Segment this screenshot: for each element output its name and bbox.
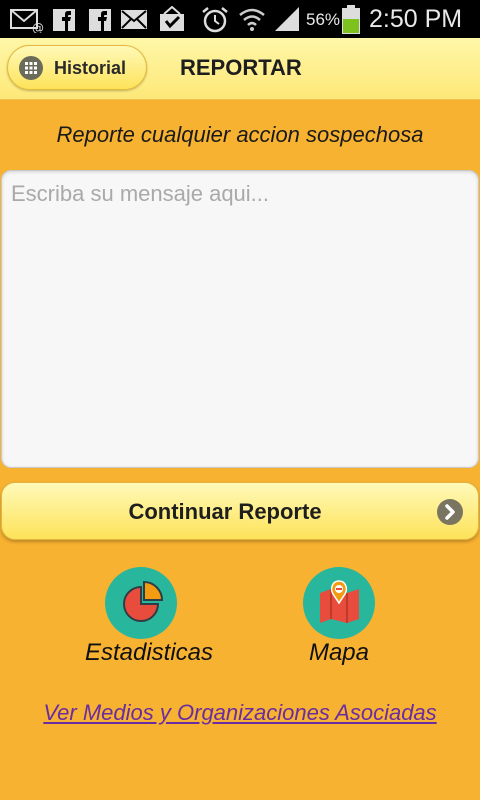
history-button-label: Historial xyxy=(54,58,127,78)
statistics-tile[interactable]: Estadisticas xyxy=(74,567,224,672)
checkbox-icon xyxy=(160,6,184,31)
wifi-icon xyxy=(239,8,265,31)
svg-text:@: @ xyxy=(32,21,44,33)
page-title: REPORTAR xyxy=(180,55,302,80)
continue-report-button[interactable]: Continuar Reporte xyxy=(1,482,479,540)
battery-percent: 56% xyxy=(306,10,341,29)
facebook-icon xyxy=(89,9,111,31)
email-icon xyxy=(121,10,147,29)
pie-chart-icon xyxy=(105,567,177,639)
clock: 2:50 PM xyxy=(369,5,463,33)
history-button[interactable]: Historial xyxy=(7,45,147,90)
gmail-icon: @ xyxy=(10,9,44,33)
signal-icon xyxy=(275,7,299,31)
statistics-label: Estadisticas xyxy=(84,639,214,666)
map-tile[interactable]: Mapa xyxy=(264,567,414,672)
instruction-text: Reporte cualquier accion sospechosa xyxy=(56,122,424,147)
header-bar: Historial REPORTAR xyxy=(0,38,480,100)
alarm-icon xyxy=(202,7,228,33)
map-icon xyxy=(303,567,375,639)
associated-organizations-link[interactable]: Ver Medios y Organizaciones Asociadas xyxy=(0,700,480,726)
continue-report-label: Continuar Reporte xyxy=(128,499,322,524)
grid-icon xyxy=(19,56,43,80)
battery-icon xyxy=(342,5,360,34)
map-label: Mapa xyxy=(308,639,370,666)
facebook-icon xyxy=(53,9,75,31)
status-bar: @ 56% 2:50 PM xyxy=(0,0,480,38)
chevron-right-icon xyxy=(437,499,463,525)
message-input[interactable] xyxy=(1,170,479,468)
